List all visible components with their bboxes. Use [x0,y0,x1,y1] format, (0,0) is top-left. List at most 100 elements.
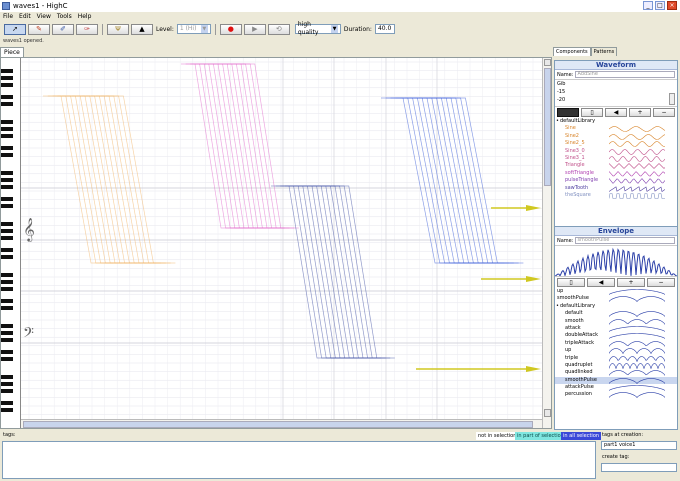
piano-black-key[interactable] [1,255,13,259]
maximize-button[interactable]: □ [655,1,665,10]
waveform-note-line[interactable] [43,95,113,264]
piano-black-key[interactable] [1,350,13,354]
piano-black-key[interactable] [1,338,13,342]
tree-item[interactable]: softTriangle [555,170,677,177]
piano-black-key[interactable] [1,331,13,335]
piano-black-key[interactable] [1,273,13,277]
tree-item[interactable]: smoothPulse [555,295,677,303]
waveform-note-line[interactable] [400,97,481,264]
waveform-params[interactable]: Gib -15 -20 [555,79,677,107]
piano-black-key[interactable] [1,408,13,412]
waveform-note-line[interactable] [381,97,461,264]
tree-item[interactable]: Sine2 [555,133,677,140]
scroll-down-button[interactable] [544,409,551,417]
piano-black-key[interactable] [1,222,13,226]
waveform-note-line[interactable] [385,97,466,264]
waveform-note-line[interactable] [57,95,128,264]
tree-item[interactable]: doubleAttack [555,332,677,340]
close-button[interactable]: × [667,1,677,10]
piano-black-key[interactable] [1,236,13,240]
tree-root[interactable]: defaultLibrary [555,303,677,311]
piano-black-key[interactable] [1,389,13,393]
waveform-note-line[interactable] [390,97,471,264]
tags-at-creation-field[interactable]: part1 voice1 [601,441,677,450]
tuning-tool-button[interactable]: Ψ [107,23,129,35]
tab-piece[interactable]: Piece [0,47,24,57]
waveform-note-line[interactable] [181,63,239,229]
waveform-library-tree[interactable]: defaultLibrarySineSine2Sine2_5Sine3_0Sin… [555,118,677,202]
pencil-tool-button[interactable]: ✎ [28,23,50,35]
waveform-remove-button[interactable]: − [653,108,675,117]
horizontal-scrollbar[interactable] [21,419,542,428]
piano-black-key[interactable] [1,171,13,175]
minimize-button[interactable]: _ [643,1,653,10]
record-button[interactable]: ● [219,23,242,35]
brush-tool-button[interactable]: ✐ [52,23,74,35]
tree-item[interactable]: quadruplet [555,362,677,369]
piano-black-key[interactable] [1,287,13,291]
param-spinner[interactable] [669,93,675,105]
piano-black-key[interactable] [1,299,13,303]
tree-item[interactable]: sawTooth [555,185,677,192]
tab-components[interactable]: Components [553,47,591,56]
menu-help[interactable]: Help [78,12,92,21]
envelope-name-field[interactable]: smoothPulse [575,237,675,244]
piano-black-key[interactable] [1,127,13,131]
pointer-tool-button[interactable]: ➚ [4,23,26,35]
piano-black-key[interactable] [1,185,13,189]
score-canvas[interactable]: 𝄞𝄢 [21,58,542,419]
piano-black-key[interactable] [1,146,13,150]
envelope-add-button[interactable]: + [617,278,645,287]
piano-black-key[interactable] [1,120,13,124]
menu-file[interactable]: File [3,12,13,21]
waveform-note-line[interactable] [95,95,166,264]
waveform-note-line[interactable] [395,97,476,264]
waveform-note-line[interactable] [419,97,500,264]
menu-edit[interactable]: Edit [19,12,31,21]
tree-item[interactable]: triple [555,355,677,362]
envelope-new-button[interactable]: ▯ [557,278,585,287]
waveform-note-line[interactable] [52,95,123,264]
piano-black-key[interactable] [1,197,13,201]
waveform-note-line[interactable] [409,97,490,264]
piano-black-key[interactable] [1,69,13,73]
piano-black-key[interactable] [1,83,13,87]
piano-keyboard[interactable] [1,58,21,428]
duration-input[interactable]: 40.0 [374,24,395,34]
waveform-note-line[interactable] [100,95,171,264]
waveform-note-line[interactable] [91,95,161,264]
piano-black-key[interactable] [1,382,13,386]
tree-item[interactable]: attack [555,325,677,332]
waveform-note-line[interactable] [424,97,505,264]
quality-select[interactable]: high quality ▼ [294,21,341,36]
waveform-note-line[interactable] [429,97,509,264]
waveform-name-field[interactable]: AddSine [575,71,675,78]
piano-black-key[interactable] [1,102,13,106]
waveform-note-line[interactable] [76,95,147,264]
piano-black-key[interactable] [1,95,13,99]
eraser-tool-button[interactable]: ✑ [76,23,98,35]
tree-item[interactable]: Sine [555,125,677,133]
menu-view[interactable]: View [37,12,51,21]
waveform-play-button[interactable]: ◀ [605,108,627,117]
tree-item[interactable]: attackPulse [555,384,677,391]
waveform-note-line[interactable] [47,95,118,264]
piano-black-key[interactable] [1,324,13,328]
create-tag-field[interactable] [601,463,677,472]
vertical-scrollbar[interactable] [542,58,551,428]
waveform-add-button[interactable]: + [629,108,651,117]
waveform-new-button[interactable]: ▯ [581,108,603,117]
waveform-note-line[interactable] [105,95,176,264]
piano-black-key[interactable] [1,204,13,208]
piano-black-key[interactable] [1,306,13,310]
tree-item[interactable]: Triangle [555,162,677,170]
piano-black-key[interactable] [1,178,13,182]
tree-item[interactable]: Sine3_0 [555,148,677,155]
piano-black-key[interactable] [1,357,13,361]
tree-root[interactable]: defaultLibrary [555,118,677,126]
waveform-color-button[interactable] [557,108,579,117]
waveform-note-line[interactable] [185,63,244,229]
metronome-tool-button[interactable]: ▲ [131,23,153,35]
waveform-note-line[interactable] [62,95,133,264]
tags-textarea[interactable] [2,441,596,479]
